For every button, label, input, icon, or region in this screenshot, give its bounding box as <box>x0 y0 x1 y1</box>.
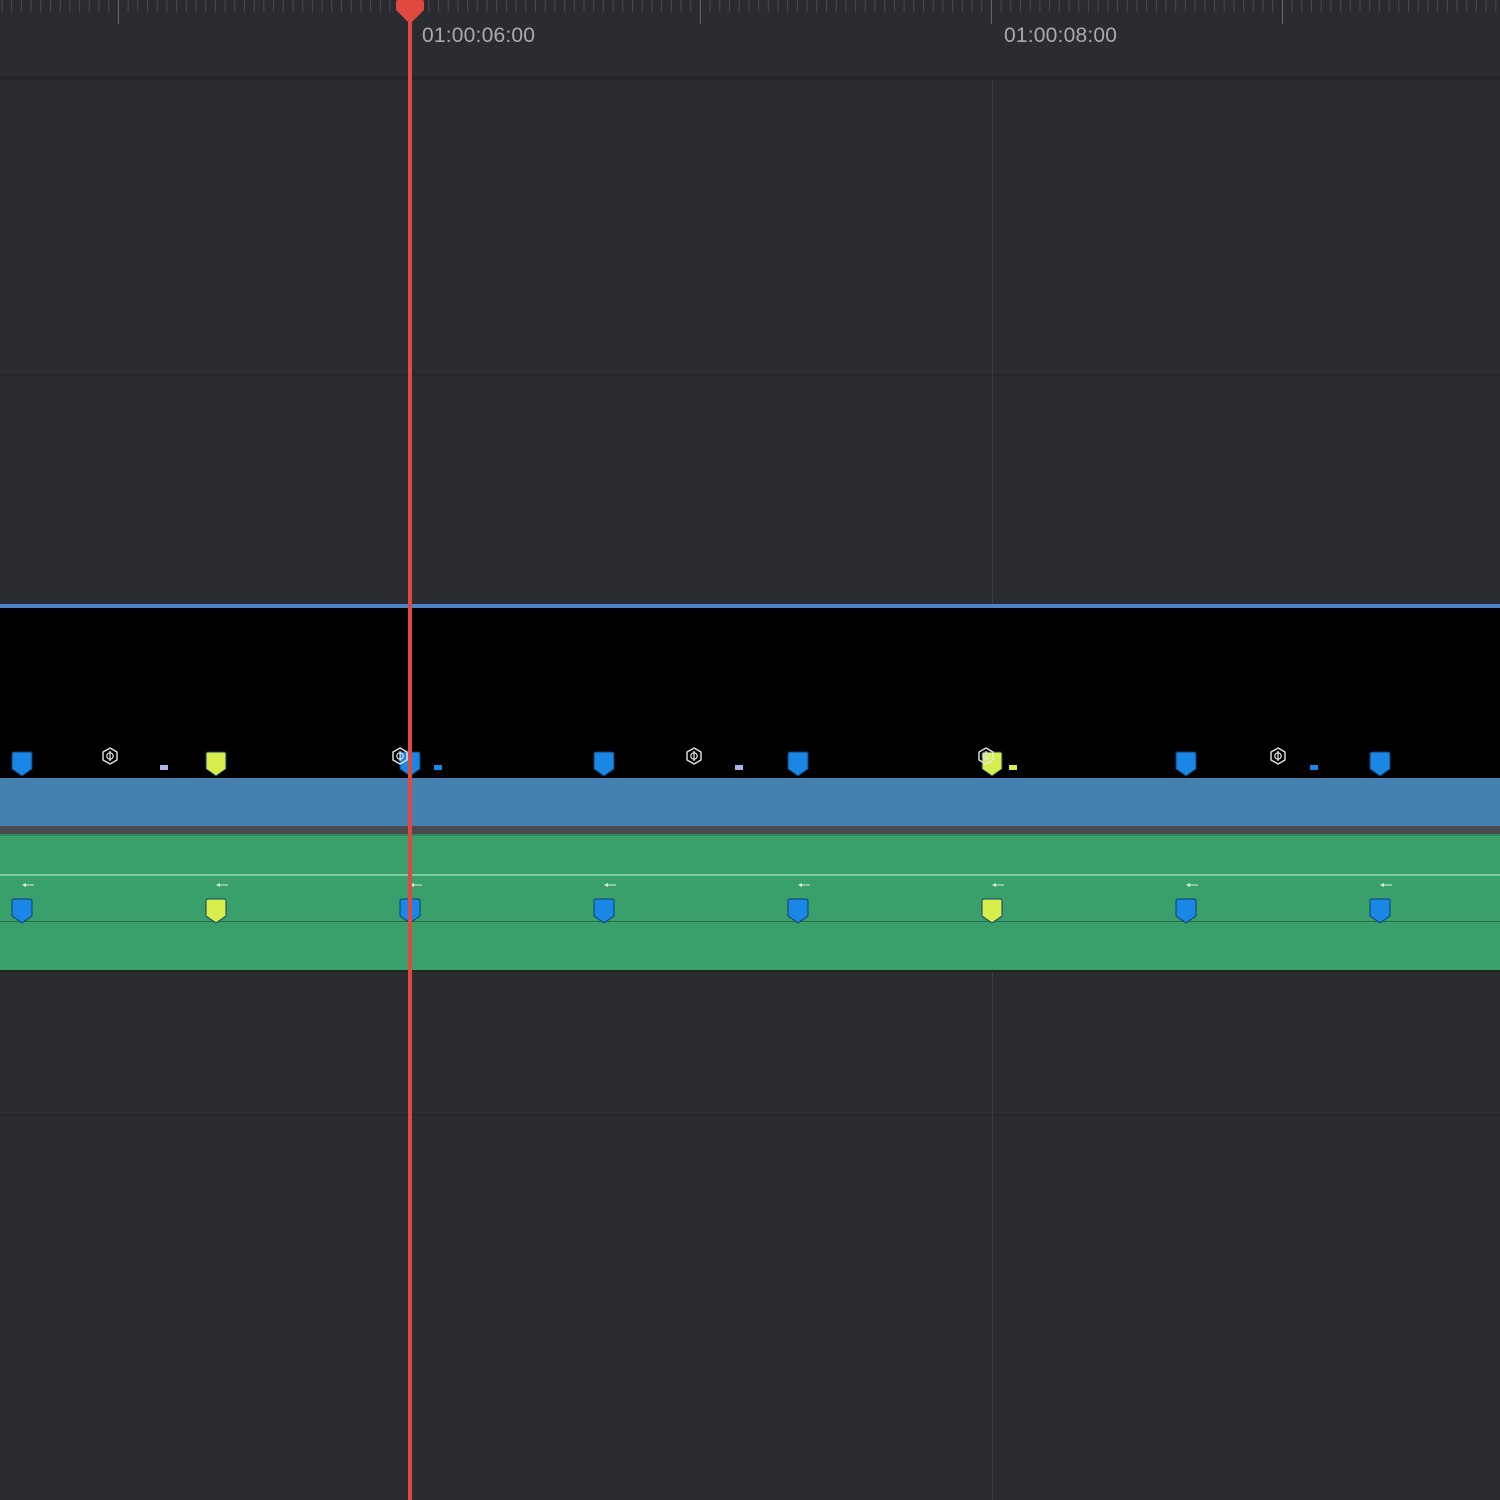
hexagon-fx-icon[interactable] <box>101 747 119 765</box>
track-divider <box>0 374 1500 376</box>
hexagon-fx-icon[interactable] <box>1269 747 1287 765</box>
video-marker-icon[interactable] <box>1369 751 1391 777</box>
hexagon-fx-icon[interactable] <box>685 747 703 765</box>
audio-marker-icon[interactable] <box>205 898 227 924</box>
keyframe-mark[interactable] <box>434 765 442 770</box>
playhead-line[interactable] <box>408 10 412 1500</box>
playhead-icon[interactable] <box>394 0 426 26</box>
video-clip[interactable] <box>0 604 1500 834</box>
video-marker-icon[interactable] <box>593 751 615 777</box>
video-marker-icon[interactable] <box>11 751 33 777</box>
time-ruler[interactable]: 01:00:06:00 01:00:08:00 <box>0 0 1500 76</box>
audio-clip-edge <box>0 834 1500 836</box>
ruler-timecode-8s: 01:00:08:00 <box>1004 24 1118 47</box>
timeline-panel[interactable]: 01:00:06:00 01:00:08:00 <box>0 0 1500 1500</box>
audio-keyframe-icon[interactable] <box>215 875 229 887</box>
ruler-timecode-6s: 01:00:06:00 <box>422 24 536 47</box>
audio-marker-icon[interactable] <box>593 898 615 924</box>
audio-keyframe-icon[interactable] <box>1185 875 1199 887</box>
audio-marker-icon[interactable] <box>787 898 809 924</box>
audio-keyframe-icon[interactable] <box>21 875 35 887</box>
track-divider <box>0 826 1500 834</box>
hexagon-fx-icon[interactable] <box>977 747 995 765</box>
video-marker-icon[interactable] <box>1175 751 1197 777</box>
ruler-ticks <box>1 0 1497 24</box>
audio-marker-icon[interactable] <box>11 898 33 924</box>
track-divider <box>0 1114 1500 1116</box>
keyframe-mark[interactable] <box>160 765 168 770</box>
audio-marker-icon[interactable] <box>1175 898 1197 924</box>
keyframe-mark[interactable] <box>1310 765 1318 770</box>
audio-keyframe-icon[interactable] <box>603 875 617 887</box>
ruler-divider <box>0 76 1500 80</box>
audio-keyframe-icon[interactable] <box>797 875 811 887</box>
audio-clip-edge <box>0 970 1500 972</box>
audio-marker-icon[interactable] <box>1369 898 1391 924</box>
audio-marker-icon[interactable] <box>981 898 1003 924</box>
audio-keyframe-icon[interactable] <box>991 875 1005 887</box>
hexagon-fx-icon[interactable] <box>391 747 409 765</box>
keyframe-mark[interactable] <box>735 765 743 770</box>
video-marker-icon[interactable] <box>205 751 227 777</box>
audio-keyframe-icon[interactable] <box>1379 875 1393 887</box>
video-clip-name-bar[interactable] <box>0 778 1500 826</box>
keyframe-mark[interactable] <box>1009 765 1017 770</box>
video-marker-icon[interactable] <box>787 751 809 777</box>
